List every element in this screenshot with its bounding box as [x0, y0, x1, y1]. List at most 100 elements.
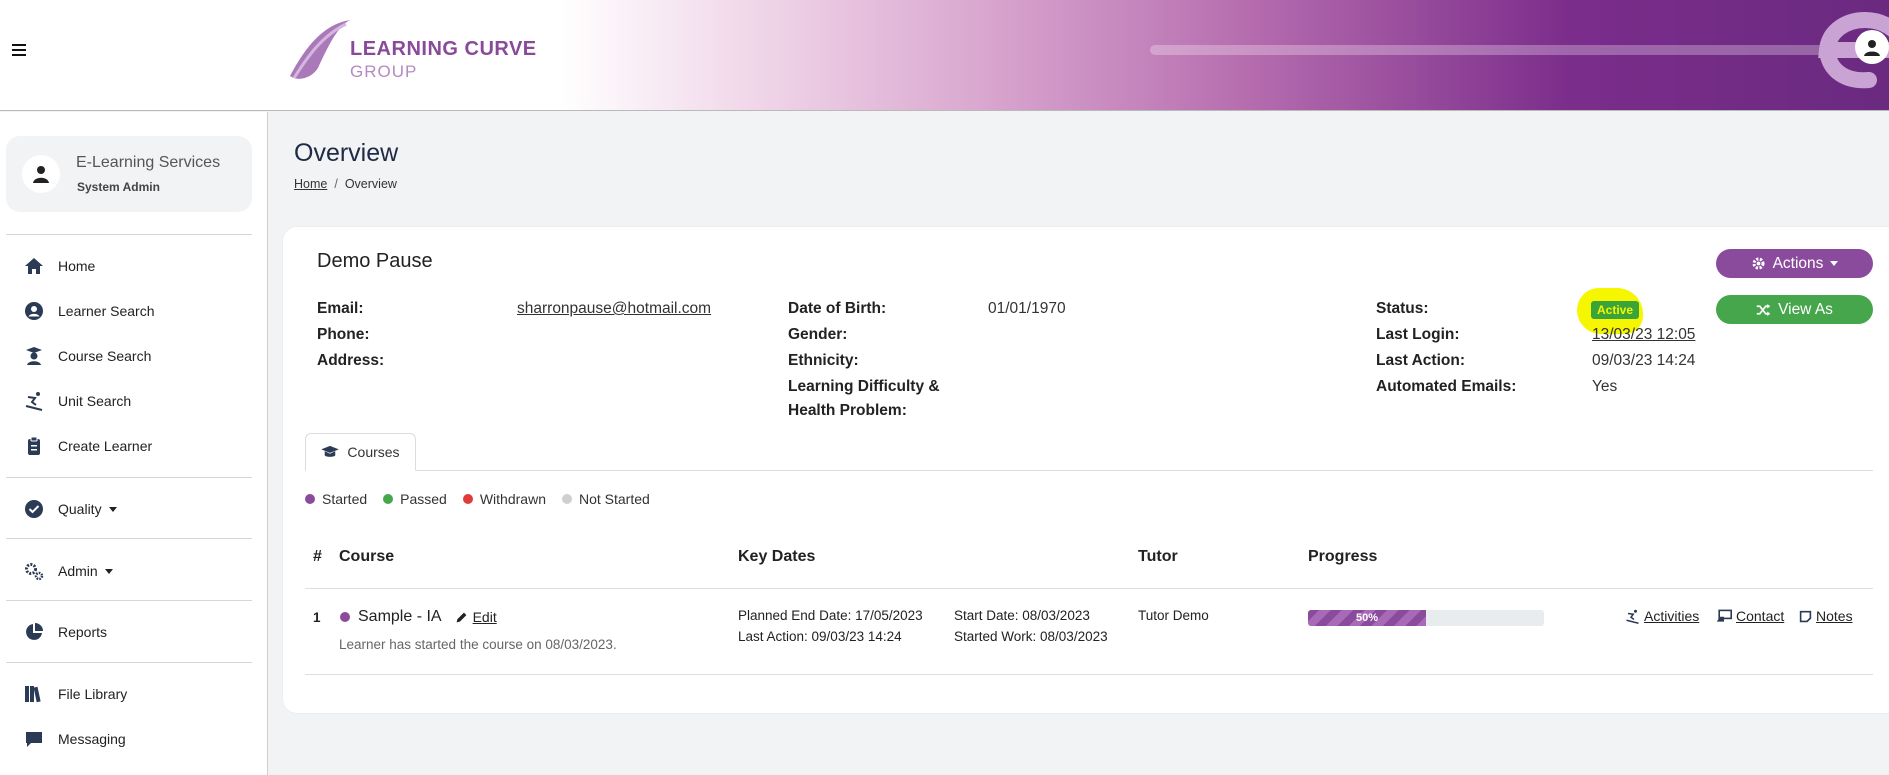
sidebar-item-file-library[interactable]: File Library: [24, 682, 127, 706]
started-work-date: Started Work: 08/03/2023: [954, 629, 1108, 644]
edit-label: Edit: [472, 609, 497, 625]
last-login-link[interactable]: 13/03/23 12:05: [1592, 326, 1695, 344]
dob-label: Date of Birth:: [788, 300, 887, 317]
graduate-icon: [26, 347, 42, 365]
edit-course-link[interactable]: Edit: [455, 609, 497, 625]
sidebar-divider: [6, 477, 252, 478]
contact-icon: [1716, 609, 1732, 622]
home-icon: [25, 258, 43, 274]
account-icon[interactable]: [1855, 30, 1889, 64]
books-icon: [25, 686, 41, 703]
dob-value: 01/01/1970: [988, 300, 1066, 317]
column-header-progress: Progress: [1308, 548, 1378, 565]
sidebar-item-label: File Library: [58, 686, 128, 702]
automated-emails-value: Yes: [1592, 378, 1618, 395]
course-name: Sample - IA: [358, 608, 442, 625]
sidebar-item-label: Learner Search: [58, 303, 155, 319]
sidebar-item-unit-search[interactable]: Unit Search: [24, 389, 131, 413]
notes-link[interactable]: Notes: [1799, 608, 1853, 624]
pencil-icon: [456, 612, 466, 622]
contact-link[interactable]: Contact: [1716, 608, 1784, 624]
actions-button[interactable]: Actions: [1716, 249, 1873, 278]
status-badge: Active: [1591, 301, 1640, 319]
phone-label: Phone:: [317, 326, 370, 343]
skiing-icon: [1626, 609, 1639, 624]
cogs-icon: [25, 563, 44, 581]
sidebar-divider: [6, 234, 252, 235]
skiing-icon: [25, 392, 43, 411]
table-row-divider: [305, 674, 1873, 675]
learner-name: Demo Pause: [317, 250, 433, 272]
legend-label: Passed: [400, 491, 447, 507]
sidebar-divider: [6, 600, 252, 601]
status-legend: Started Passed Withdrawn Not Started: [305, 491, 666, 507]
note-icon: [1799, 610, 1812, 622]
sidebar-divider: [6, 662, 252, 663]
chevron-down-icon: [104, 568, 113, 574]
user-name: E-Learning Services: [76, 154, 221, 171]
tab-label: Courses: [347, 444, 400, 460]
sidebar-item-quality[interactable]: Quality: [24, 497, 117, 521]
column-header-key-dates: Key Dates: [738, 548, 816, 565]
page-title: Overview: [294, 139, 399, 167]
sidebar-item-label: Unit Search: [58, 393, 132, 409]
legend-dot: [383, 494, 394, 504]
address-label: Address:: [317, 352, 385, 369]
sidebar: E-Learning Services System Admin Home Le…: [0, 112, 268, 775]
column-header-course: Course: [339, 548, 395, 565]
user-role: System Admin: [77, 180, 160, 194]
legend-dot: [561, 494, 572, 504]
tab-courses[interactable]: Courses: [305, 433, 416, 471]
legend-item: Started: [305, 491, 367, 507]
chevron-down-icon: [108, 506, 117, 512]
legend-dot: [305, 494, 315, 504]
legend-item: Withdrawn: [462, 491, 546, 507]
sidebar-item-label: Reports: [58, 624, 108, 640]
email-link[interactable]: sharronpause@hotmail.com: [517, 300, 711, 318]
sidebar-item-label: Create Learner: [58, 438, 153, 454]
notes-label: Notes: [1816, 608, 1853, 624]
logo-text-line2: GROUP: [350, 62, 418, 81]
clipboard-icon: [28, 436, 40, 455]
last-action-value: 09/03/23 14:24: [1592, 352, 1696, 369]
start-date: Start Date: 08/03/2023: [954, 608, 1090, 623]
progress-fill: 50%: [1308, 610, 1426, 626]
sidebar-item-course-search[interactable]: Course Search: [24, 344, 151, 368]
view-as-button[interactable]: View As: [1716, 295, 1873, 324]
user-circle-icon: [25, 302, 43, 320]
pie-chart-icon: [26, 623, 43, 640]
status-label: Status:: [1376, 300, 1429, 317]
sidebar-item-reports[interactable]: Reports: [24, 620, 107, 644]
gender-label: Gender:: [788, 326, 848, 343]
contact-label: Contact: [1736, 608, 1785, 624]
top-header: LEARNING CURVE GROUP: [0, 0, 1889, 111]
breadcrumb-current: Overview: [344, 177, 397, 191]
table-row: Sample - IA Edit: [340, 608, 497, 626]
sidebar-item-label: Course Search: [58, 348, 152, 364]
sidebar-divider: [6, 538, 252, 539]
comment-icon: [26, 732, 42, 747]
header-banner: [560, 0, 1889, 110]
legend-label: Started: [322, 491, 368, 507]
graduation-cap-icon: [321, 445, 340, 457]
sidebar-item-home[interactable]: Home: [24, 254, 95, 278]
table-header-divider: [305, 588, 1873, 589]
legend-item: Not Started: [561, 491, 650, 507]
activities-link[interactable]: Activities: [1625, 608, 1699, 624]
automated-emails-label: Automated Emails:: [1376, 378, 1517, 395]
user-card: E-Learning Services System Admin: [6, 136, 252, 212]
legend-item: Passed: [383, 491, 447, 507]
logo-text-line1: LEARNING CURVE: [350, 38, 537, 60]
sidebar-item-label: Home: [58, 258, 96, 274]
progress-bar: 50%: [1308, 610, 1544, 626]
breadcrumb-home-link[interactable]: Home: [294, 177, 327, 191]
hamburger-icon[interactable]: [12, 40, 26, 61]
sidebar-item-create-learner[interactable]: Create Learner: [24, 434, 152, 458]
avatar: [22, 155, 60, 193]
sidebar-item-learner-search[interactable]: Learner Search: [24, 299, 155, 323]
ethnicity-label: Ethnicity:: [788, 352, 859, 369]
sidebar-item-messaging[interactable]: Messaging: [24, 727, 126, 751]
sidebar-item-admin[interactable]: Admin: [24, 559, 113, 583]
column-header-tutor: Tutor: [1138, 548, 1178, 565]
header-banner-stripe: [1150, 45, 1850, 55]
